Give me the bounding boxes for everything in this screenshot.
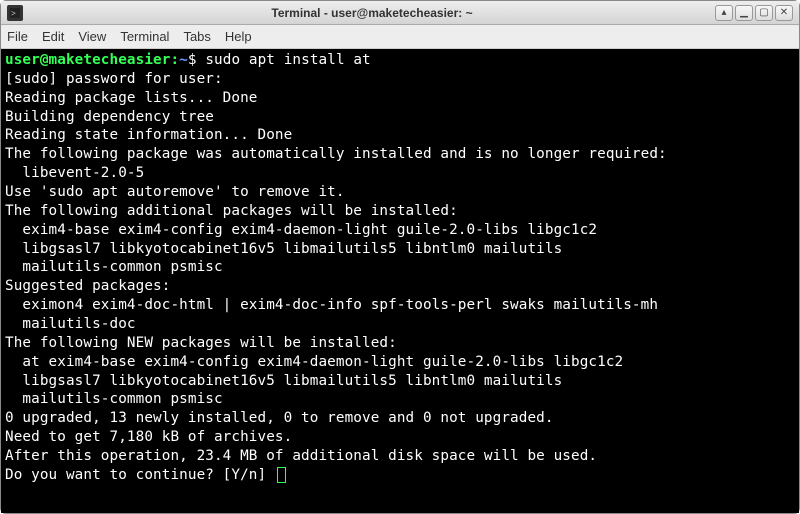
minimize-button[interactable]: ▁ [735,5,753,21]
menu-view[interactable]: View [78,29,106,44]
prompt-sigil: $ [188,52,197,68]
output-line: Do you want to continue? [Y/n] [5,467,275,483]
output-line: Suggested packages: [5,278,170,294]
menubar: File Edit View Terminal Tabs Help [1,25,799,49]
output-line: Use 'sudo apt autoremove' to remove it. [5,184,345,200]
terminal-cursor [277,467,286,483]
output-line: The following NEW packages will be insta… [5,335,397,351]
maximize-button[interactable]: ▢ [755,5,773,21]
window-buttons: ▴ ▁ ▢ ✕ [715,5,793,21]
output-line: libgsasl7 libkyotocabinet16v5 libmailuti… [5,241,562,257]
svg-text:>: > [11,9,16,18]
output-line: Reading package lists... Done [5,90,258,106]
menu-terminal[interactable]: Terminal [120,29,169,44]
prompt-command: sudo apt install at [205,52,370,68]
close-button[interactable]: ✕ [775,5,793,21]
prompt-path: ~ [179,52,188,68]
output-line: Need to get 7,180 kB of archives. [5,429,292,445]
output-line: The following package was automatically … [5,146,667,162]
output-line: mailutils-doc [5,316,136,332]
menu-edit[interactable]: Edit [42,29,64,44]
menu-help[interactable]: Help [225,29,252,44]
menu-file[interactable]: File [7,29,28,44]
output-line: libgsasl7 libkyotocabinet16v5 libmailuti… [5,373,562,389]
terminal-viewport[interactable]: user@maketecheasier:~$ sudo apt install … [1,49,799,513]
window-titlebar: > Terminal - user@maketecheasier: ~ ▴ ▁ … [1,1,799,25]
output-line: [sudo] password for user: [5,71,223,87]
output-line: mailutils-common psmisc [5,259,223,275]
shade-button[interactable]: ▴ [715,5,733,21]
output-line: 0 upgraded, 13 newly installed, 0 to rem… [5,410,554,426]
output-line: The following additional packages will b… [5,203,458,219]
output-line: Building dependency tree [5,109,214,125]
prompt-separator: : [170,52,179,68]
window-title: Terminal - user@maketecheasier: ~ [29,6,715,20]
prompt-user-host: user@maketecheasier [5,52,170,68]
output-line: libevent-2.0-5 [5,165,144,181]
output-line: After this operation, 23.4 MB of additio… [5,448,597,464]
menu-tabs[interactable]: Tabs [183,29,210,44]
output-line: mailutils-common psmisc [5,391,223,407]
output-line: exim4-base exim4-config exim4-daemon-lig… [5,222,597,238]
output-line: eximon4 exim4-doc-html | exim4-doc-info … [5,297,658,313]
terminal-icon: > [7,5,23,21]
output-line: at exim4-base exim4-config exim4-daemon-… [5,354,623,370]
output-line: Reading state information... Done [5,127,292,143]
